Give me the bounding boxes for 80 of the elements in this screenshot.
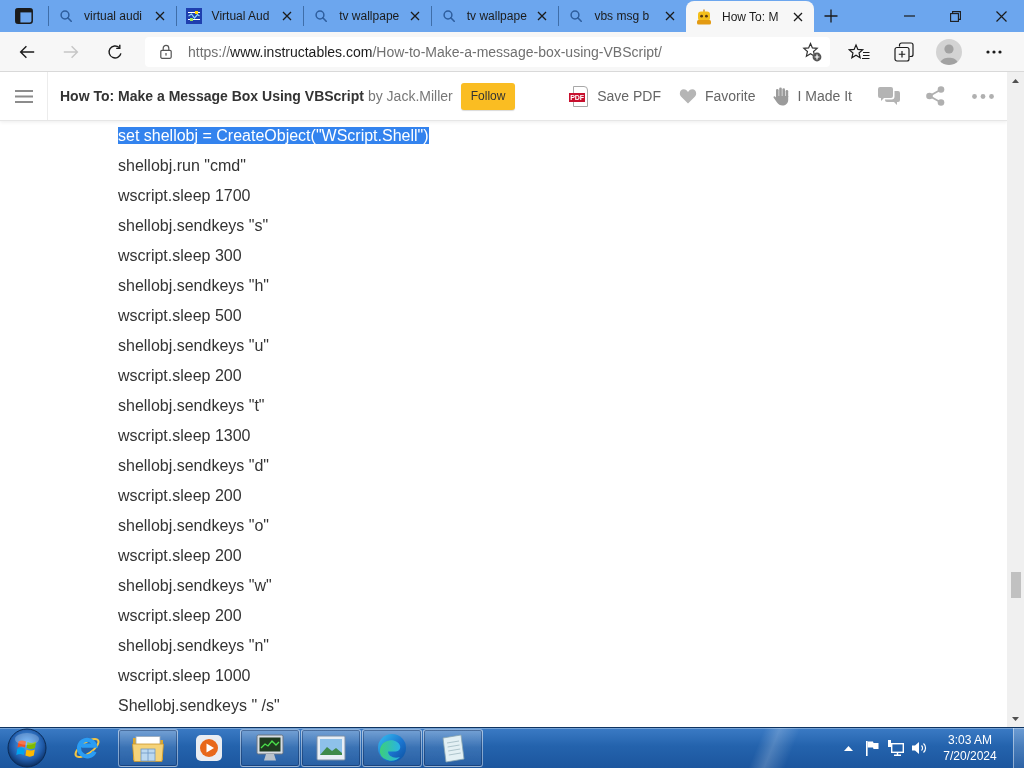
scroll-down-icon[interactable]: [1012, 716, 1019, 721]
close-icon[interactable]: [282, 11, 293, 21]
browser-tab[interactable]: virtual audi: [49, 0, 176, 32]
robot-icon: [695, 8, 712, 25]
search-icon: [315, 10, 328, 22]
article-title: How To: Make a Message Box Using VBScript: [60, 88, 364, 104]
code-line: wscript.sleep 200: [118, 607, 242, 624]
code-line: wscript.sleep 1300: [118, 427, 251, 444]
code-line: shellobj.sendkeys "h": [118, 277, 269, 294]
close-icon[interactable]: [154, 11, 165, 21]
tab-actions-icon[interactable]: [15, 8, 33, 24]
favorite-button[interactable]: Favorite: [678, 88, 756, 104]
picture-icon[interactable]: [316, 735, 346, 761]
code-line: shellobj.sendkeys "o": [118, 517, 269, 534]
taskbar-button[interactable]: [301, 729, 361, 767]
code-line: shellobj.sendkeys "n": [118, 637, 269, 654]
notepad-icon[interactable]: [439, 733, 467, 763]
browser-tab[interactable]: Virtual Aud: [176, 0, 304, 32]
speaker-icon[interactable]: [912, 741, 928, 755]
code-line: shellobj.sendkeys "w": [118, 577, 272, 594]
search-icon: [442, 10, 455, 22]
monitor-icon[interactable]: [255, 733, 285, 763]
squares-plus-icon[interactable]: [894, 41, 914, 62]
taskbar-button[interactable]: [118, 729, 178, 767]
tray-up-arrow-icon[interactable]: [843, 745, 853, 751]
close-icon[interactable]: [537, 11, 548, 21]
sliders-icon: [185, 8, 202, 24]
code-line: wscript.sleep 500: [118, 307, 242, 324]
hand-icon: [772, 86, 790, 106]
follow-button[interactable]: Follow: [460, 82, 516, 110]
menu-icon[interactable]: [14, 89, 33, 103]
restore-icon[interactable]: [949, 10, 961, 22]
star-list-icon[interactable]: [848, 42, 870, 61]
code-line: shellobj.sendkeys "s": [118, 217, 269, 234]
close-icon[interactable]: [664, 11, 675, 21]
taskbar-button[interactable]: [362, 729, 422, 767]
code-line: wscript.sleep 200: [118, 487, 242, 504]
start-button[interactable]: [7, 728, 47, 768]
back-arrow-icon[interactable]: [19, 44, 35, 59]
address-field[interactable]: https://www.instructables.com/How-to-Make-a-message-box-using-VBScript/: [145, 36, 830, 67]
i-made-it-button[interactable]: I Made It: [772, 86, 852, 106]
show-desktop-button[interactable]: [1013, 728, 1024, 768]
code-line: shellobj.sendkeys "d": [118, 457, 269, 474]
clock-time[interactable]: 3:03 AM: [948, 732, 992, 748]
browser-tab[interactable]: tv wallpape: [431, 0, 559, 32]
browser-tab[interactable]: How To: M: [685, 1, 814, 32]
browser-tab[interactable]: vbs msg b: [559, 0, 686, 32]
flag-icon[interactable]: [865, 740, 879, 756]
plus-icon[interactable]: [823, 9, 838, 23]
author-byline[interactable]: by Jack.Miller: [367, 88, 453, 104]
code-line: shellobj.sendkeys "t": [118, 397, 265, 414]
swirl-icon[interactable]: [377, 733, 407, 763]
code-line: Shellobj.sendkeys " /s": [118, 697, 280, 714]
taskbar-button[interactable]: [240, 729, 300, 767]
refresh-icon[interactable]: [107, 43, 123, 60]
close-icon[interactable]: [409, 11, 420, 21]
code-line: wscript.sleep 1000: [118, 667, 251, 684]
clock-date[interactable]: 7/20/2024: [943, 748, 997, 764]
search-icon: [60, 10, 72, 22]
heart-icon: [678, 88, 697, 104]
code-line: wscript.sleep 300: [118, 247, 242, 264]
close-icon[interactable]: [792, 11, 803, 22]
folder-icon[interactable]: [132, 734, 164, 762]
more-icon[interactable]: [986, 49, 1002, 54]
code-line: shellobj.run "cmd": [118, 157, 246, 174]
code-line: shellobj.sendkeys "u": [118, 337, 269, 354]
search-icon: [570, 10, 583, 22]
scrollbar-thumb[interactable]: [1010, 572, 1021, 598]
scroll-up-icon[interactable]: [1012, 78, 1019, 83]
star-plus-icon[interactable]: [802, 41, 822, 62]
code-line: wscript.sleep 1700: [118, 187, 251, 204]
code-line: wscript.sleep 200: [118, 367, 242, 384]
code-line: wscript.sleep 200: [118, 547, 242, 564]
lock-icon[interactable]: [160, 44, 172, 59]
play-icon[interactable]: [195, 734, 223, 762]
taskbar-button[interactable]: [423, 729, 483, 767]
browser-tab[interactable]: tv wallpape: [304, 0, 431, 32]
minimize-icon[interactable]: [903, 15, 915, 17]
network-icon[interactable]: [888, 740, 904, 756]
close-icon[interactable]: [995, 10, 1007, 22]
